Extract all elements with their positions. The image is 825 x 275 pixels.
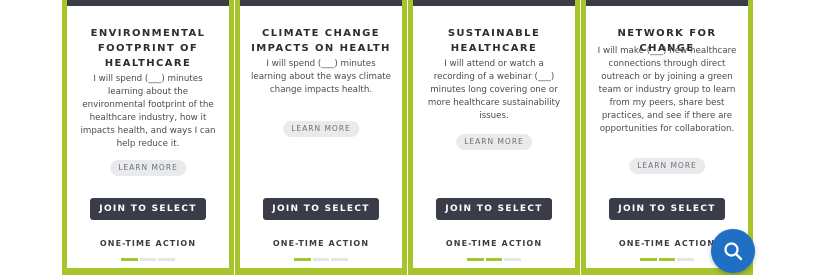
- learn-more-button[interactable]: LEARN MORE: [110, 160, 186, 176]
- learn-more-button[interactable]: LEARN MORE: [283, 121, 359, 137]
- progress-segment: [139, 258, 157, 261]
- card-description: I will make (___) new healthcare connect…: [597, 46, 737, 134]
- progress-segment: [485, 258, 503, 261]
- action-card: SUSTAINABLE HEALTHCARE I will attend or …: [413, 0, 575, 268]
- progress-segment: [158, 258, 176, 261]
- progress-segment: [677, 258, 695, 261]
- action-card: NETWORK FOR CHANGE I will make (___) new…: [586, 0, 748, 268]
- progress-segment: [121, 258, 138, 261]
- progress-indicator: [467, 258, 522, 261]
- progress-indicator: [640, 258, 695, 261]
- join-to-select-button[interactable]: JOIN TO SELECT: [609, 198, 725, 220]
- progress-segment: [504, 258, 522, 261]
- search-button[interactable]: [711, 229, 755, 273]
- action-card: CLIMATE CHANGE IMPACTS ON HEALTH I will …: [240, 0, 402, 268]
- card-title: SUSTAINABLE HEALTHCARE: [447, 28, 541, 54]
- progress-segment: [331, 258, 349, 261]
- card-title: CLIMATE CHANGE IMPACTS ON HEALTH: [251, 28, 391, 54]
- search-icon: [724, 242, 743, 261]
- progress-segment: [658, 258, 676, 261]
- progress-indicator: [121, 258, 176, 261]
- progress-segment: [294, 258, 311, 261]
- action-card: ENVIRONMENTAL FOOTPRINT OF HEALTHCARE I …: [67, 0, 229, 268]
- progress-indicator: [294, 258, 349, 261]
- card-description: I will spend (___) minutes learning abou…: [80, 74, 216, 149]
- card-description: I will attend or watch a recording of a …: [427, 59, 561, 121]
- learn-more-button[interactable]: LEARN MORE: [456, 134, 532, 150]
- action-type-label: ONE-TIME ACTION: [99, 239, 197, 248]
- progress-segment: [312, 258, 330, 261]
- join-to-select-button[interactable]: JOIN TO SELECT: [90, 198, 206, 220]
- action-type-label: ONE-TIME ACTION: [272, 239, 370, 248]
- card-title: ENVIRONMENTAL FOOTPRINT OF HEALTHCARE: [90, 28, 206, 69]
- join-to-select-button[interactable]: JOIN TO SELECT: [436, 198, 552, 220]
- card-panel-3: SUSTAINABLE HEALTHCARE I will attend or …: [408, 0, 580, 275]
- card-panel-1: ENVIRONMENTAL FOOTPRINT OF HEALTHCARE I …: [62, 0, 234, 275]
- learn-more-button[interactable]: LEARN MORE: [629, 158, 705, 174]
- card-description: I will spend (___) minutes learning abou…: [250, 59, 392, 95]
- progress-segment: [467, 258, 484, 261]
- progress-segment: [640, 258, 657, 261]
- action-type-label: ONE-TIME ACTION: [445, 239, 543, 248]
- join-to-select-button[interactable]: JOIN TO SELECT: [263, 198, 379, 220]
- card-panel-2: CLIMATE CHANGE IMPACTS ON HEALTH I will …: [235, 0, 407, 275]
